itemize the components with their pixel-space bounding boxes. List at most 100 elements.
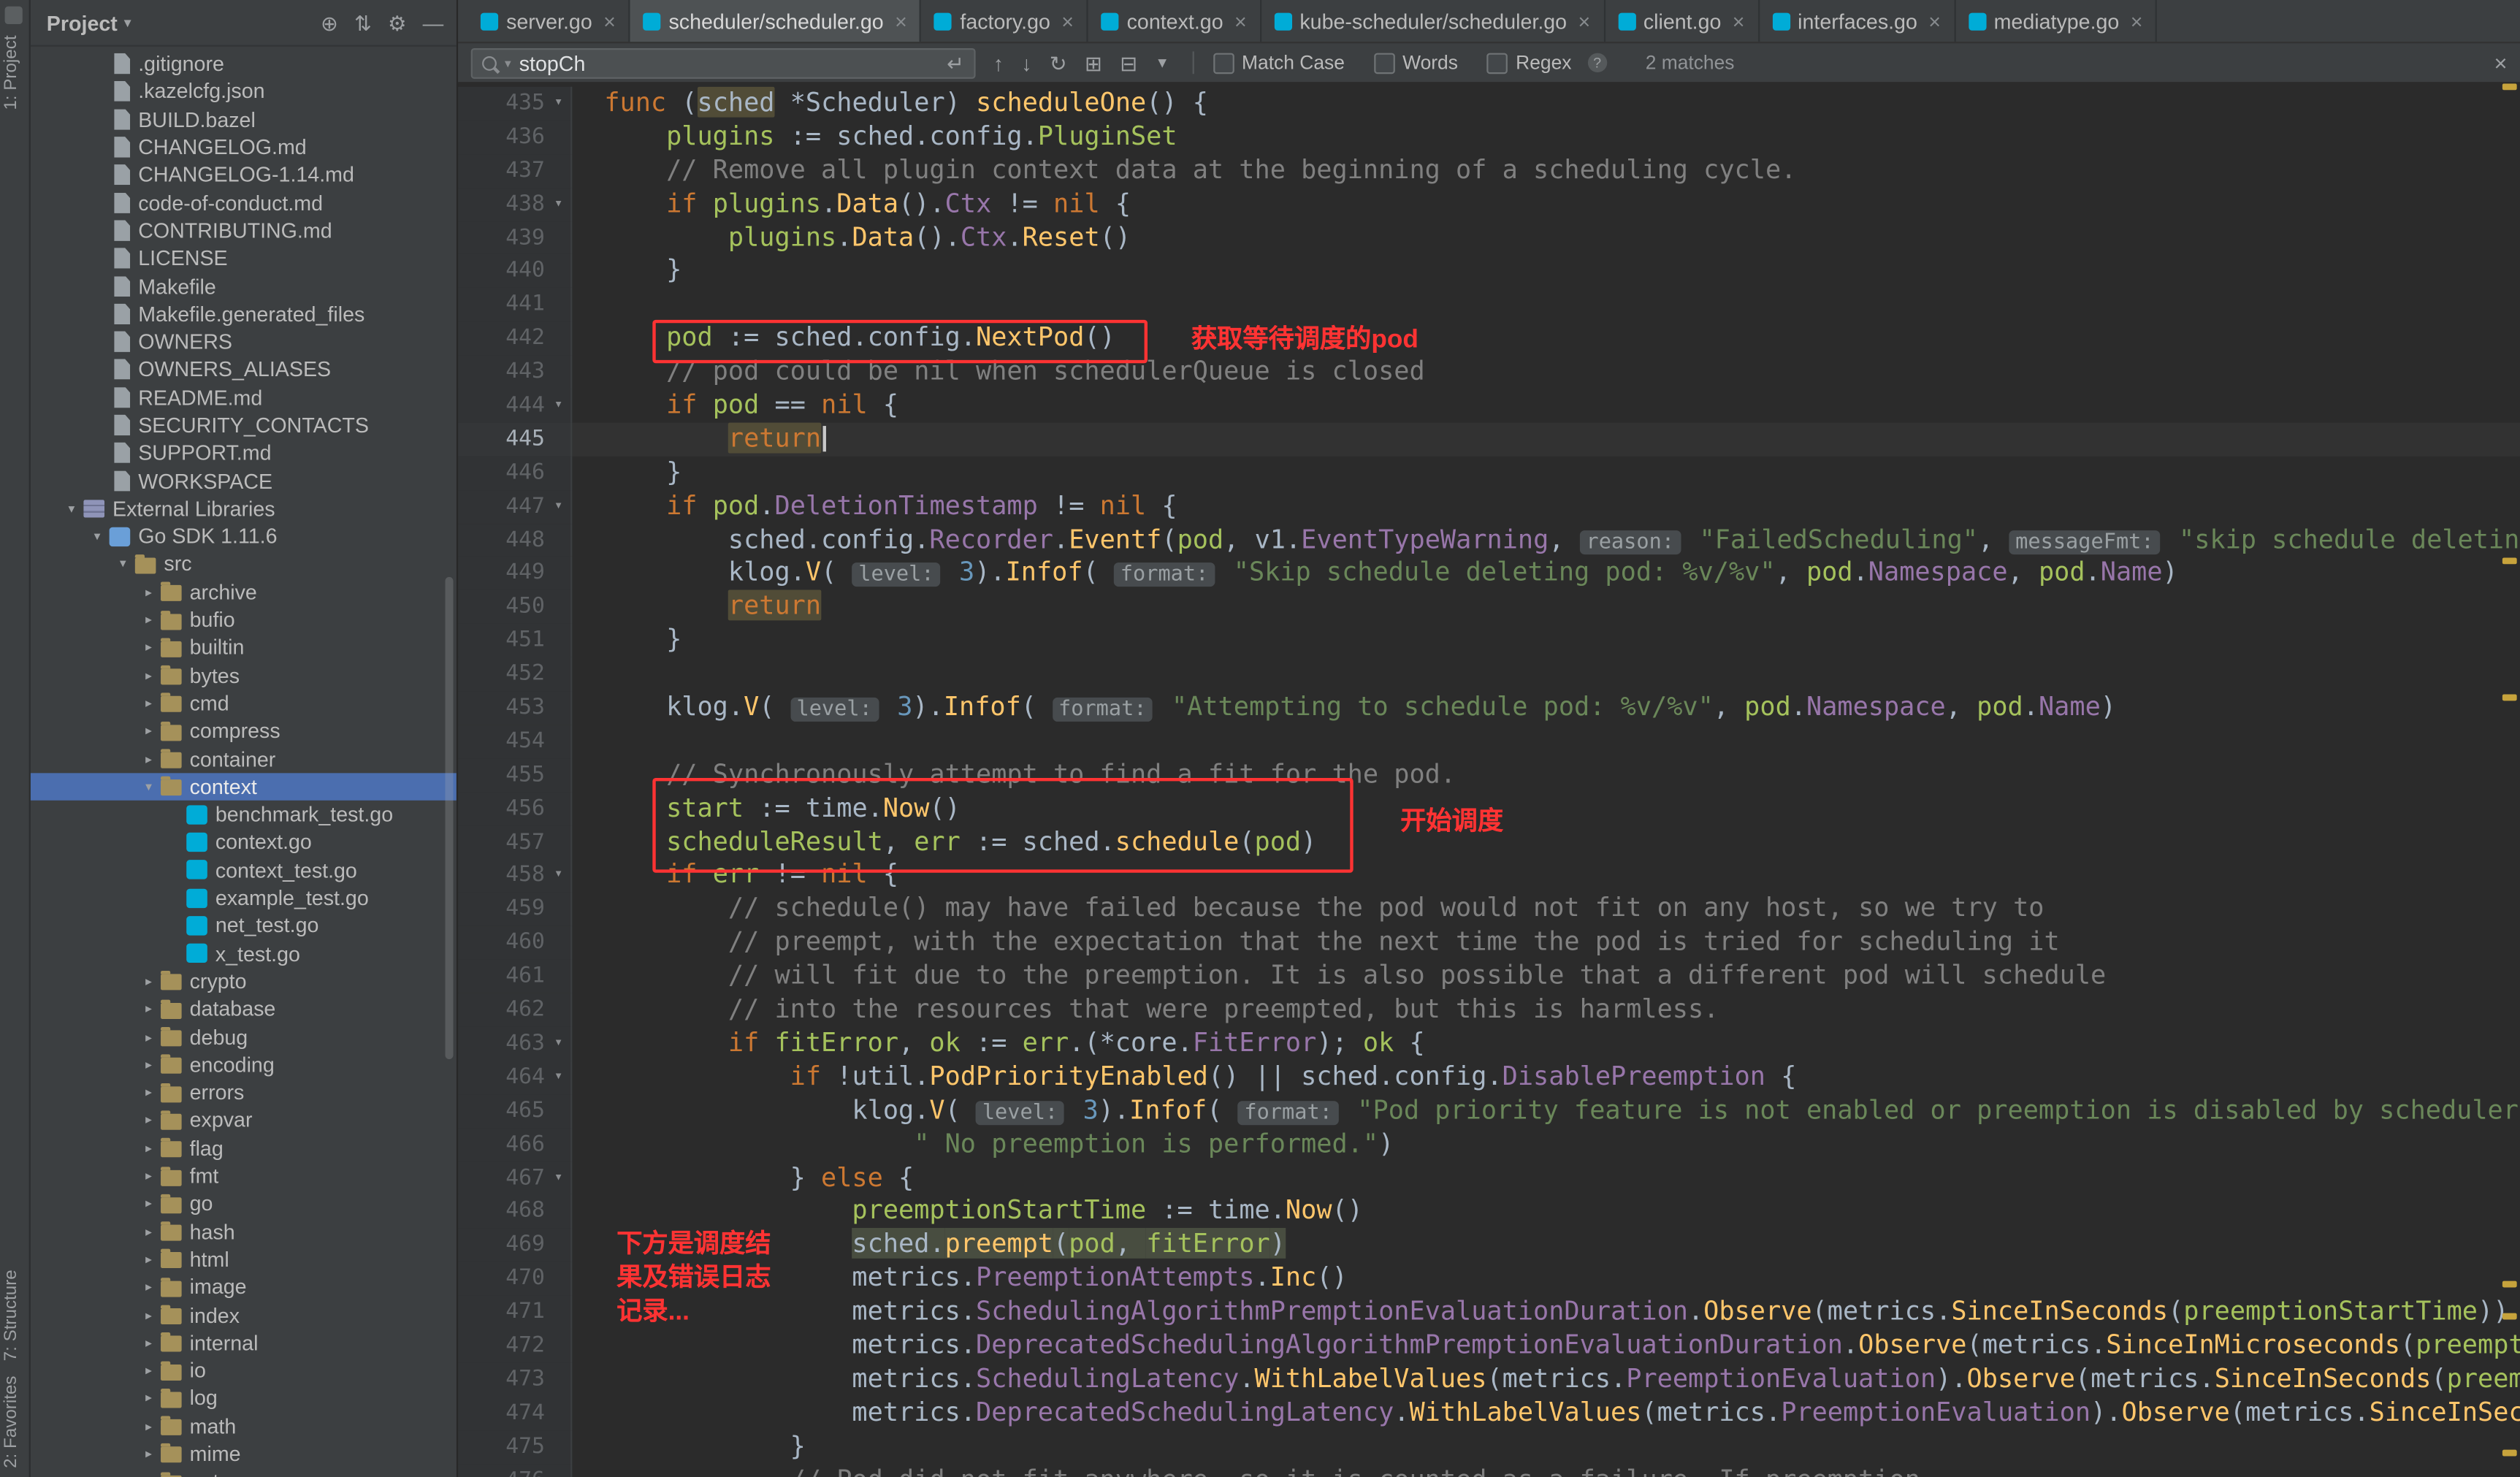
tree-item[interactable]: ▸builtin [31, 633, 457, 661]
tree-item[interactable]: ▸debug [31, 1023, 457, 1050]
gutter-cell[interactable]: 438▾ [458, 188, 572, 221]
code-line[interactable]: 472 metrics.DeprecatedSchedulingAlgorith… [458, 1329, 2520, 1363]
gutter-cell[interactable]: 442 [458, 322, 572, 356]
code-line[interactable]: 451 } [458, 624, 2520, 657]
chevron-collapsed-icon[interactable]: ▸ [140, 1335, 157, 1350]
tree-item[interactable]: ▸bufio [31, 606, 457, 633]
chevron-collapsed-icon[interactable]: ▸ [140, 1474, 157, 1477]
error-stripe-mark[interactable] [2502, 1281, 2517, 1288]
tree-item[interactable]: BUILD.bazel [31, 105, 457, 133]
code-line[interactable]: 447▾ if pod.DeletionTimestamp != nil { [458, 489, 2520, 523]
fold-icon[interactable]: ▾ [548, 859, 569, 893]
find-refresh-icon[interactable]: ↻ [1050, 53, 1067, 74]
regex-option[interactable]: Regex [1487, 51, 1572, 74]
chevron-collapsed-icon[interactable]: ▸ [140, 584, 157, 599]
match-case-checkbox[interactable] [1213, 53, 1234, 74]
code-line[interactable]: 438▾ if plugins.Data().Ctx != nil { [458, 188, 2520, 221]
add-selection-icon[interactable]: ⊞ [1085, 53, 1102, 74]
code-line[interactable]: 475 } [458, 1430, 2520, 1463]
fold-icon[interactable]: ▾ [548, 1027, 569, 1061]
code-line[interactable]: 436 plugins := sched.config.PluginSet [458, 121, 2520, 154]
chevron-collapsed-icon[interactable]: ▸ [140, 641, 157, 655]
editor-tab[interactable]: context.go× [1088, 0, 1261, 42]
tree-item[interactable]: ▸archive [31, 578, 457, 606]
gutter-cell[interactable]: 459 [458, 893, 572, 926]
code-line[interactable]: 459 // schedule() may have failed becaus… [458, 893, 2520, 926]
code-line[interactable]: 442 pod := sched.config.NextPod() [458, 322, 2520, 356]
tree-item[interactable]: ▸errors [31, 1078, 457, 1106]
tab-close-icon[interactable]: × [2131, 9, 2143, 33]
gutter-cell[interactable]: 454 [458, 725, 572, 758]
filter-icon[interactable]: ▼ [1155, 56, 1169, 70]
gutter-cell[interactable]: 444▾ [458, 389, 572, 423]
code-line[interactable]: 476 // Pod did not fit anywhere, so it i… [458, 1463, 2520, 1477]
gutter-cell[interactable]: 451 [458, 624, 572, 657]
code-line[interactable]: 458▾ if err != nil { [458, 859, 2520, 893]
code-editor[interactable]: 435▾func (sched *Scheduler) scheduleOne(… [458, 83, 2520, 1477]
code-line[interactable]: 455 // Synchronously attempt to find a f… [458, 758, 2520, 792]
gutter-cell[interactable]: 470 [458, 1262, 572, 1296]
collapse-all-icon[interactable]: ⇅ [354, 12, 372, 34]
gutter-cell[interactable]: 452 [458, 657, 572, 691]
tree-item[interactable]: ▸bytes [31, 661, 457, 689]
code-line[interactable]: 467▾ } else { [458, 1161, 2520, 1195]
editor-tab[interactable]: mediatype.go× [1955, 0, 2157, 42]
chevron-collapsed-icon[interactable]: ▸ [140, 1085, 157, 1099]
tree-item[interactable]: ▸image [31, 1273, 457, 1301]
tree-item[interactable]: OWNERS [31, 328, 457, 356]
error-stripe-mark[interactable] [2502, 695, 2517, 701]
close-find-bar-icon[interactable]: × [2494, 50, 2507, 75]
code-line[interactable]: 443 // pod could be nil when schedulerQu… [458, 356, 2520, 389]
code-line[interactable]: 441 [458, 289, 2520, 322]
gutter-cell[interactable]: 461 [458, 960, 572, 993]
locate-file-icon[interactable]: ⊕ [321, 12, 338, 34]
tree-item[interactable]: context_test.go [31, 856, 457, 884]
tree-item[interactable]: ▸html [31, 1245, 457, 1273]
tab-close-icon[interactable]: × [895, 9, 907, 33]
fold-icon[interactable]: ▾ [548, 87, 569, 121]
words-checkbox[interactable] [1374, 53, 1395, 74]
code-line[interactable]: 468 preemptionStartTime := time.Now() [458, 1195, 2520, 1229]
chevron-collapsed-icon[interactable]: ▸ [140, 1029, 157, 1044]
chevron-collapsed-icon[interactable]: ▸ [140, 1113, 157, 1128]
tree-item[interactable]: CHANGELOG.md [31, 133, 457, 161]
chevron-collapsed-icon[interactable]: ▸ [140, 1363, 157, 1378]
tab-close-icon[interactable]: × [603, 9, 616, 33]
tree-item[interactable]: ▾context [31, 773, 457, 801]
code-line[interactable]: 473 metrics.SchedulingLatency.WithLabelV… [458, 1363, 2520, 1397]
code-line[interactable]: 449 klog.V( level: 3).Infof( format: "Sk… [458, 557, 2520, 590]
tree-item[interactable]: benchmark_test.go [31, 801, 457, 828]
chevron-expanded-icon[interactable]: ▾ [140, 779, 157, 794]
tree-item[interactable]: ▾src [31, 550, 457, 578]
gutter-cell[interactable]: 458▾ [458, 859, 572, 893]
help-icon[interactable]: ? [1587, 53, 1606, 72]
chevron-collapsed-icon[interactable]: ▸ [140, 1197, 157, 1211]
code-line[interactable]: 452 [458, 657, 2520, 691]
editor-tab[interactable]: kube-scheduler/scheduler.go× [1261, 0, 1605, 42]
project-panel-title[interactable]: Project [47, 10, 118, 34]
tree-item[interactable]: code-of-conduct.md [31, 189, 457, 217]
fold-icon[interactable]: ▾ [548, 1161, 569, 1195]
tree-item[interactable]: WORKSPACE [31, 467, 457, 495]
tree-item[interactable]: CHANGELOG-1.14.md [31, 161, 457, 188]
gutter-cell[interactable]: 445 [458, 422, 572, 456]
tree-item[interactable]: ▸cmd [31, 690, 457, 717]
chevron-collapsed-icon[interactable]: ▸ [140, 1252, 157, 1267]
chevron-collapsed-icon[interactable]: ▸ [140, 612, 157, 627]
code-line[interactable]: 450 return [458, 590, 2520, 624]
editor-tab[interactable]: factory.go× [922, 0, 1088, 42]
code-line[interactable]: 445 return [458, 422, 2520, 456]
gutter-cell[interactable]: 439 [458, 221, 572, 255]
tree-item[interactable]: ▸flag [31, 1134, 457, 1161]
code-line[interactable]: 444▾ if pod == nil { [458, 389, 2520, 423]
tab-close-icon[interactable]: × [1061, 9, 1074, 33]
gutter-cell[interactable]: 455 [458, 758, 572, 792]
fold-icon[interactable]: ▾ [548, 389, 569, 423]
tool-strip-project-button[interactable]: 1: Project [1, 35, 20, 110]
code-line[interactable]: 453 klog.V( level: 3).Infof( format: "At… [458, 691, 2520, 725]
gutter-cell[interactable]: 475 [458, 1430, 572, 1463]
gutter-cell[interactable]: 460 [458, 926, 572, 960]
tab-close-icon[interactable]: × [1733, 9, 1745, 33]
chevron-collapsed-icon[interactable]: ▸ [140, 1391, 157, 1405]
tree-item[interactable]: ▸index [31, 1301, 457, 1329]
